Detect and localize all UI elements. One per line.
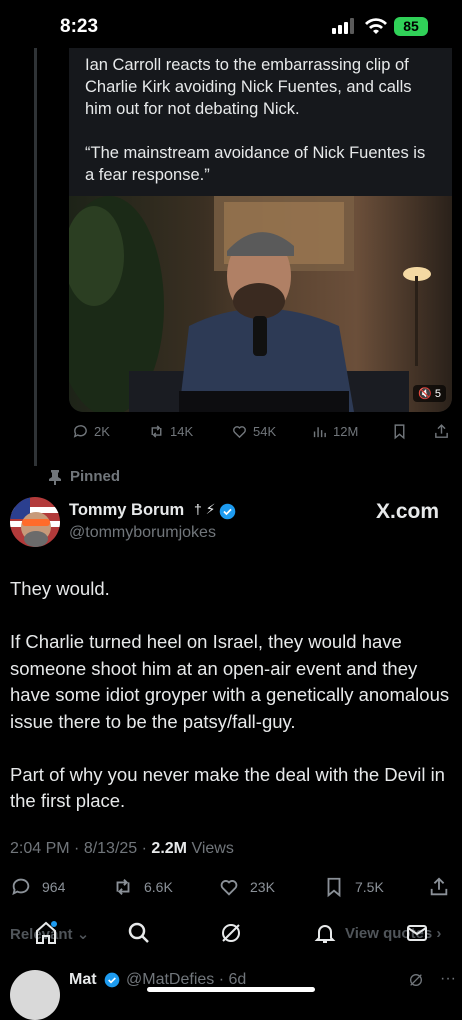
repost-icon	[116, 879, 130, 895]
tweet-time: 2:04 PM	[10, 840, 70, 857]
like-count: 23K	[250, 879, 275, 895]
share-icon[interactable]	[433, 423, 450, 440]
reply-icon	[73, 425, 87, 438]
tweet-views-count: 2.2M	[151, 840, 187, 857]
status-time: 8:23	[60, 16, 99, 37]
quote-tweet-text: Ian Carroll reacts to the embarrassing c…	[85, 56, 426, 184]
heart-icon	[220, 880, 238, 896]
video-frame-image	[69, 196, 431, 412]
tweet-metadata: 2:04 PM · 8/13/25 · 2.2M Views	[10, 840, 234, 857]
pin-icon	[49, 469, 61, 485]
bookmark-icon	[327, 877, 341, 898]
grok-icon[interactable]	[219, 921, 243, 945]
quote-reply-stat[interactable]: 2K	[72, 423, 110, 440]
pinned-indicator: Pinned	[48, 468, 120, 485]
quote-reply-count: 2K	[94, 424, 110, 439]
more-options-icon[interactable]: ···	[440, 970, 456, 988]
bookmark-button[interactable]: 7.5K	[323, 876, 384, 898]
bookmark-icon[interactable]	[391, 423, 408, 440]
battery-indicator: 85	[394, 17, 428, 36]
thread-line	[34, 48, 37, 466]
video-time-remaining: 5	[434, 388, 441, 400]
pinned-label: Pinned	[70, 468, 121, 485]
home-icon[interactable]	[34, 920, 58, 946]
wifi-icon	[365, 18, 387, 34]
tweet-date: 8/13/25	[83, 840, 138, 857]
verified-badge-icon	[219, 503, 236, 520]
reply-age: 6d	[228, 971, 247, 988]
repost-count: 6.6K	[144, 879, 173, 895]
video-player[interactable]: 🔇 5	[69, 196, 452, 412]
notifications-bell-icon[interactable]	[313, 921, 337, 945]
speaker-muted-icon: 🔇	[418, 388, 432, 400]
tweet-text: They would. If Charlie turned heel on Is…	[10, 578, 450, 811]
bottom-tab-bar	[0, 908, 462, 960]
quote-views-stat[interactable]: 12M	[311, 423, 358, 440]
quote-repost-count: 14K	[170, 424, 194, 439]
repost-button[interactable]: 6.6K	[112, 876, 173, 898]
like-button[interactable]: 23K	[218, 876, 275, 898]
grok-icon[interactable]	[408, 972, 424, 988]
reply-count: 964	[42, 879, 66, 895]
source-label[interactable]: X.com	[376, 500, 439, 524]
search-icon[interactable]	[127, 921, 151, 945]
cellular-signal-icon	[332, 18, 354, 34]
reply-icon	[12, 878, 30, 896]
avatar-image	[10, 497, 60, 547]
quote-views-count: 12M	[333, 424, 359, 439]
home-indicator	[147, 987, 315, 992]
quote-like-stat[interactable]: 54K	[231, 423, 276, 440]
verified-badge-icon	[104, 972, 120, 988]
bar-chart-icon	[313, 427, 326, 438]
reply-handle-text: @MatDefies	[126, 971, 215, 988]
avatar[interactable]	[10, 497, 60, 547]
heart-icon	[233, 426, 246, 439]
reply-button[interactable]: 964	[10, 876, 65, 898]
bookmark-count: 7.5K	[355, 879, 384, 895]
tweet-views-label: Views	[191, 840, 234, 857]
repost-icon	[151, 425, 162, 438]
messages-envelope-icon[interactable]	[405, 921, 429, 945]
share-icon[interactable]	[428, 876, 450, 898]
quote-repost-stat[interactable]: 14K	[148, 423, 193, 440]
author-handle[interactable]: @tommyborumjokes	[69, 524, 216, 542]
quote-like-count: 54K	[253, 424, 277, 439]
author-name-marks: † ⚡	[194, 501, 216, 517]
author-name[interactable]: Tommy Borum	[69, 501, 184, 520]
reply-avatar[interactable]	[10, 970, 60, 1020]
mute-badge[interactable]: 🔇 5	[413, 385, 446, 402]
reply-author-name[interactable]: Mat	[69, 971, 97, 989]
